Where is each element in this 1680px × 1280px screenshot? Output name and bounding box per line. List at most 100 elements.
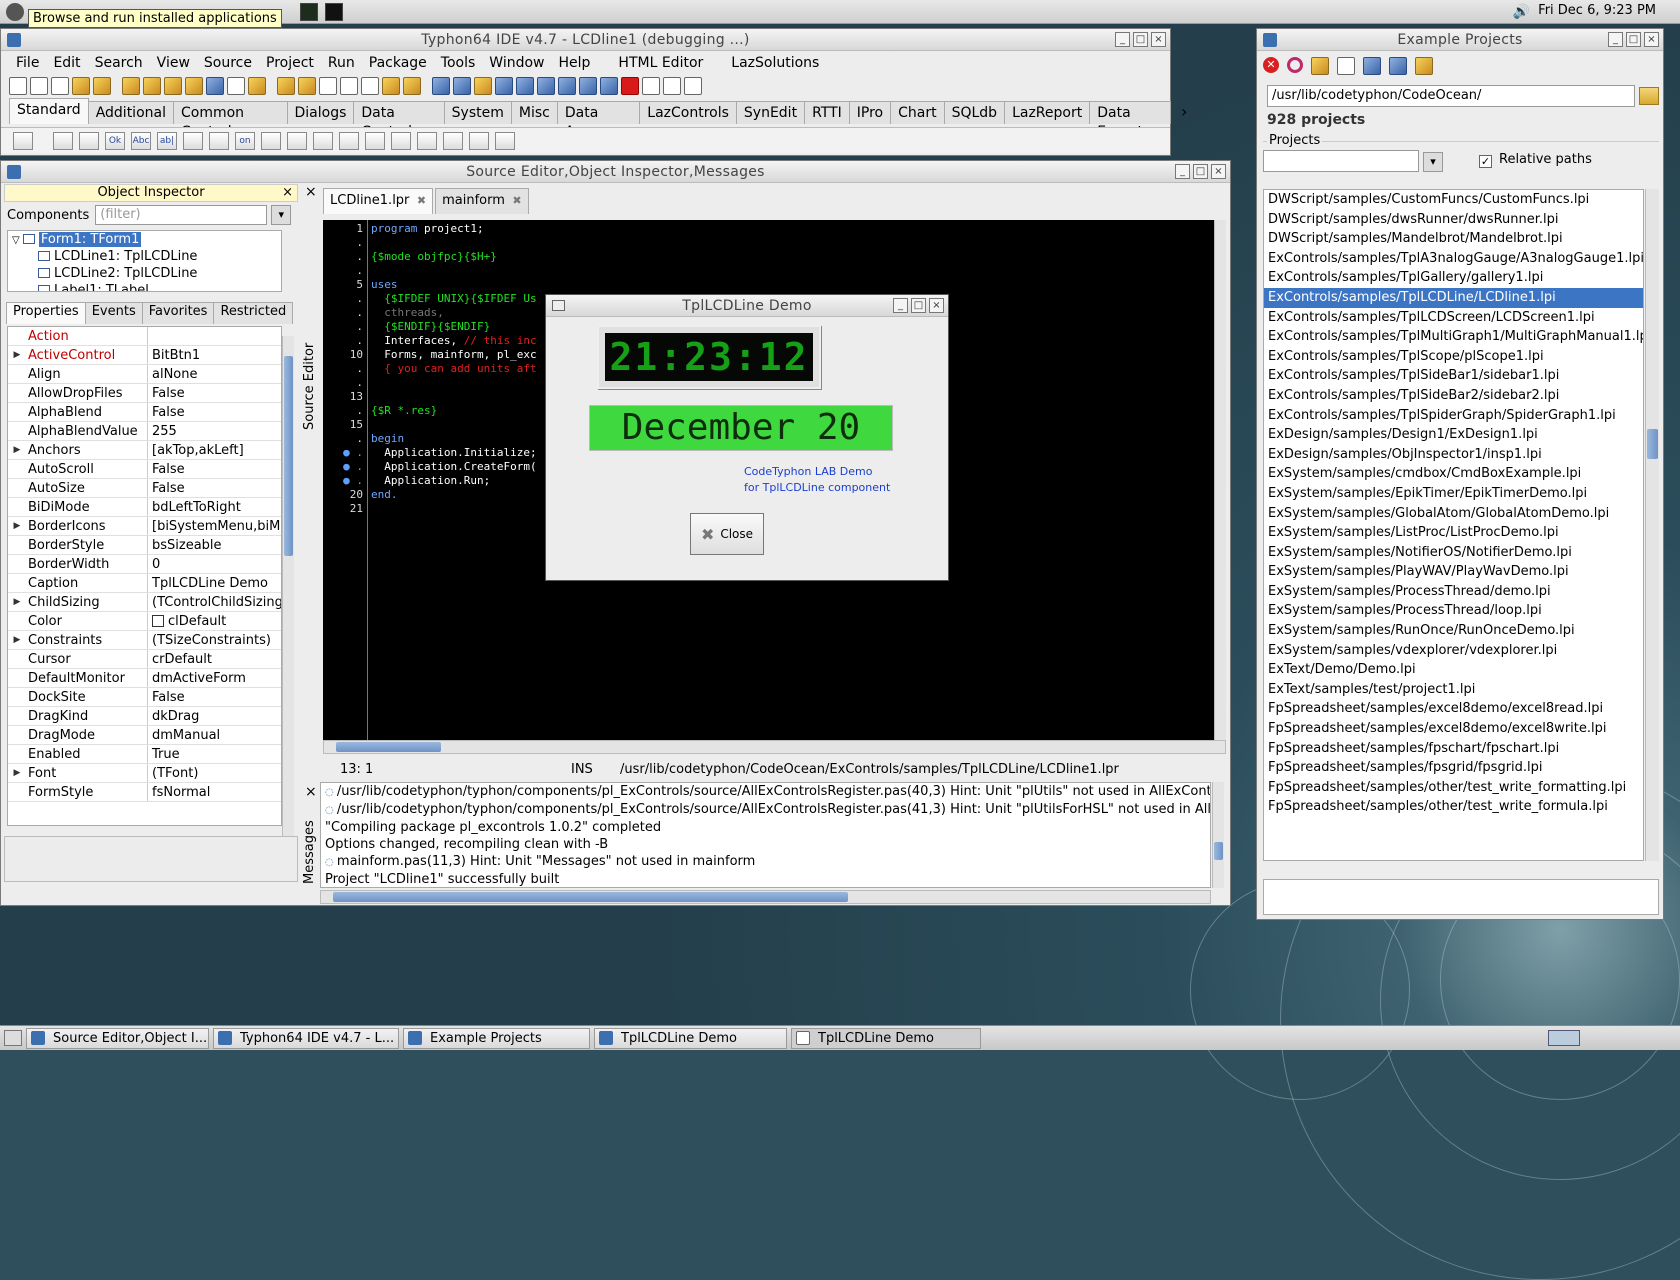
taskbar-button[interactable]: Source Editor,Object I... — [26, 1027, 209, 1049]
project-list-item[interactable]: FpSpreadsheet/samples/other/test_write_f… — [1264, 797, 1643, 817]
property-row[interactable]: AutoSize False — [8, 479, 281, 498]
open-project-icon[interactable] — [93, 77, 111, 95]
messages-scrollbar[interactable] — [1212, 782, 1224, 888]
property-row[interactable]: Cursor crDefault — [8, 650, 281, 669]
color-swatch[interactable] — [152, 615, 164, 627]
messages-horizontal-scrollbar[interactable] — [320, 890, 1211, 904]
button-icon[interactable]: Ok — [105, 131, 125, 150]
refresh-icon[interactable] — [1287, 57, 1303, 73]
close-button[interactable]: × — [1644, 32, 1659, 47]
project-list-item[interactable]: DWScript/samples/CustomFuncs/CustomFuncs… — [1264, 190, 1643, 210]
property-row[interactable]: ▶ Font (TFont) — [8, 764, 281, 783]
panel-icon[interactable] — [443, 131, 463, 150]
menu-search[interactable]: Search — [88, 55, 150, 71]
maximize-button[interactable]: □ — [1626, 32, 1641, 47]
close-button[interactable]: × — [1211, 164, 1226, 179]
property-row[interactable]: Caption TplLCDLine Demo — [8, 574, 281, 593]
tree-node[interactable]: LCDLine1: TplLCDLine — [8, 248, 281, 265]
examples-path-input[interactable]: /usr/lib/codetyphon/CodeOcean/ — [1267, 85, 1635, 107]
property-row[interactable]: ▶ Anchors [akTop,akLeft] — [8, 441, 281, 460]
filter-icon[interactable]: ▾ — [271, 205, 292, 225]
run-to-cursor-icon[interactable] — [684, 77, 702, 95]
project-list-item[interactable]: ExSystem/samples/ListProc/ListProcDemo.l… — [1264, 523, 1643, 543]
close-icon[interactable]: × — [305, 184, 317, 200]
listbox-icon[interactable] — [287, 131, 307, 150]
property-value[interactable]: 0 — [148, 555, 281, 573]
menu-window[interactable]: Window — [482, 55, 551, 71]
tab-properties[interactable]: Properties — [6, 302, 86, 324]
menu-file[interactable]: File — [9, 55, 46, 71]
save-icon[interactable] — [122, 77, 140, 95]
palette-tab-lazreport[interactable]: LazReport — [1004, 101, 1091, 124]
property-row[interactable]: AutoScroll False — [8, 460, 281, 479]
project-list-item[interactable]: FpSpreadsheet/samples/other/test_write_f… — [1264, 778, 1643, 798]
taskbar-button[interactable]: TplLCDLine Demo — [594, 1027, 787, 1049]
step-icon[interactable] — [432, 77, 450, 95]
palette-tab-data-access[interactable]: Data Access — [556, 101, 641, 140]
project-list-item[interactable]: ExSystem/samples/RunOnce/RunOnceDemo.lpi — [1264, 621, 1643, 641]
property-value[interactable]: fsNormal — [148, 783, 281, 801]
property-value[interactable]: True — [148, 745, 281, 763]
maximize-button[interactable]: □ — [911, 298, 926, 313]
copy-icon[interactable] — [277, 77, 295, 95]
editor-tab[interactable]: LCDline1.lpr ✖ — [323, 188, 434, 214]
message-line[interactable]: "Compiling package pl_excontrols 1.0.2" … — [321, 819, 1210, 836]
palette-tab-standard[interactable]: Standard — [9, 98, 89, 124]
property-row[interactable]: Color clDefault — [8, 612, 281, 631]
menu-edit[interactable]: Edit — [46, 55, 87, 71]
property-value[interactable]: False — [148, 403, 281, 421]
close-demo-button[interactable]: ✖ Close — [690, 513, 764, 555]
property-value[interactable] — [148, 327, 281, 345]
close-icon[interactable]: × — [282, 185, 293, 201]
project-list-item[interactable]: ExSystem/samples/vdexplorer/vdexplorer.l… — [1264, 641, 1643, 661]
watch-icon[interactable] — [537, 77, 555, 95]
menu-help[interactable]: Help — [552, 55, 598, 71]
expand-icon[interactable]: ▶ — [8, 517, 26, 535]
property-row[interactable]: DockSite False — [8, 688, 281, 707]
minimize-button[interactable]: _ — [1115, 32, 1130, 47]
step-over-icon[interactable] — [642, 77, 660, 95]
project-list-item[interactable]: ExSystem/samples/PlayWAV/PlayWavDemo.lpi — [1264, 562, 1643, 582]
property-value[interactable]: TplLCDLine Demo — [148, 574, 281, 592]
minimize-button[interactable]: _ — [1175, 164, 1190, 179]
project-list-item[interactable]: ExControls/samples/TplLCDScreen/LCDScree… — [1264, 308, 1643, 328]
project-list-item[interactable]: ExControls/samples/TplA3nalogGauge/A3nal… — [1264, 249, 1643, 269]
palette-tab-synedit[interactable]: SynEdit — [735, 101, 806, 124]
project-list-item[interactable]: ExControls/samples/TplGallery/gallery1.l… — [1264, 268, 1643, 288]
open-icon[interactable] — [72, 77, 90, 95]
memo-icon[interactable] — [183, 131, 203, 150]
property-row[interactable]: DragKind dkDrag — [8, 707, 281, 726]
combobox-icon[interactable] — [313, 131, 333, 150]
build-icon[interactable] — [164, 77, 182, 95]
property-row[interactable]: AlphaBlendValue 255 — [8, 422, 281, 441]
relative-paths-checkbox[interactable]: ✓ — [1479, 155, 1492, 168]
radiobutton-icon[interactable] — [261, 131, 281, 150]
label-icon[interactable]: Abc — [131, 131, 151, 150]
project-list-item[interactable]: FpSpreadsheet/samples/excel8demo/excel8r… — [1264, 699, 1643, 719]
new-unit-icon[interactable] — [51, 77, 69, 95]
property-value[interactable]: BitBtn1 — [148, 346, 281, 364]
property-row[interactable]: ▶ BorderIcons [biSystemMenu,biM — [8, 517, 281, 536]
edit-icon[interactable]: ab| — [157, 131, 177, 150]
property-value[interactable]: (TControlChildSizing — [148, 593, 281, 611]
terminal-launcher-icon[interactable] — [325, 3, 343, 21]
property-row[interactable]: ▶ Constraints (TSizeConstraints) — [8, 631, 281, 650]
close-tab-icon[interactable]: ✖ — [509, 194, 521, 207]
message-line[interactable]: ◌ /usr/lib/codetyphon/typhon/components/… — [321, 801, 1210, 819]
ide-titlebar[interactable]: Typhon64 IDE v4.7 - LCDline1 (debugging … — [1, 29, 1170, 51]
pointer-icon[interactable] — [13, 131, 33, 150]
source-window-titlebar[interactable]: Source Editor,Object Inspector,Messages … — [1, 161, 1230, 183]
paste-icon[interactable] — [298, 77, 316, 95]
expand-icon[interactable]: ▶ — [8, 764, 26, 782]
expand-icon[interactable]: ▶ — [8, 593, 26, 611]
tools-icon[interactable] — [403, 77, 421, 95]
stop-icon[interactable]: ✕ — [1263, 57, 1279, 73]
project-list-item[interactable]: ExControls/samples/TplLCDLine/LCDline1.l… — [1264, 287, 1643, 308]
maximize-button[interactable]: □ — [1193, 164, 1208, 179]
expand-icon[interactable]: ▶ — [8, 441, 26, 459]
property-value[interactable]: False — [148, 479, 281, 497]
tree-node[interactable]: Label1: TLabel — [8, 282, 281, 291]
scrollbar-icon[interactable] — [339, 131, 359, 150]
palette-tab-sqldb[interactable]: SQLdb — [943, 101, 1006, 124]
project-list-item[interactable]: DWScript/samples/Mandelbrot/Mandelbrot.l… — [1264, 229, 1643, 249]
